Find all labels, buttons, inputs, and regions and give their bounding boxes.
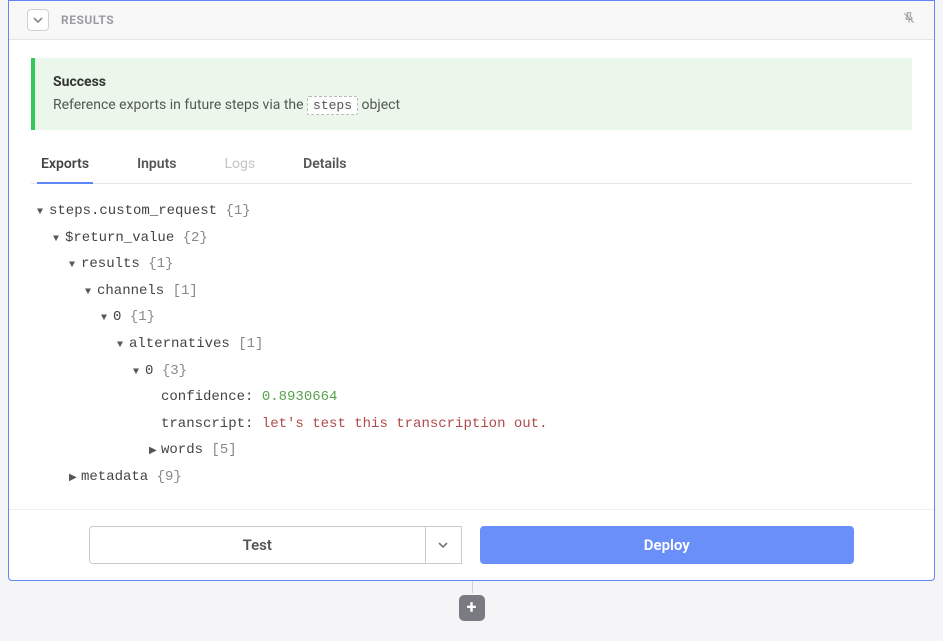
test-button[interactable]: Test	[89, 526, 426, 564]
tab-inputs[interactable]: Inputs	[133, 148, 180, 184]
tree-suffix: {9}	[157, 469, 182, 485]
tree-value: let's test this transcription out.	[262, 416, 548, 432]
caret-down-icon: ▼	[133, 363, 145, 382]
tree-key: confidence	[161, 389, 253, 405]
caret-down-icon: ▼	[85, 283, 97, 302]
tree-label: results	[81, 256, 140, 272]
exports-tree: ▼steps.custom_request {1}▼$return_value …	[31, 184, 912, 509]
tree-label: steps.custom_request	[49, 203, 217, 219]
success-alert: Success Reference exports in future step…	[31, 58, 912, 130]
collapse-toggle[interactable]	[27, 9, 49, 31]
tree-suffix: [1]	[238, 336, 263, 352]
caret-down-icon: ▼	[117, 336, 129, 355]
tree-node[interactable]: ▶metadata {9}	[37, 464, 912, 491]
tree-suffix: {1}	[225, 203, 250, 219]
tree-leaf: confidence 0.8930664	[37, 384, 912, 411]
caret-down-icon: ▼	[69, 256, 81, 275]
tree-suffix: [5]	[211, 442, 236, 458]
tree-node[interactable]: ▼$return_value {2}	[37, 225, 912, 252]
panel-header: RESULTS	[9, 1, 934, 40]
tree-node[interactable]: ▼results {1}	[37, 251, 912, 278]
tree-suffix: {3}	[162, 363, 187, 379]
tree-node[interactable]: ▼channels [1]	[37, 278, 912, 305]
pin-icon[interactable]	[902, 11, 916, 29]
caret-right-icon: ▶	[69, 469, 81, 488]
tree-node[interactable]: ▶words [5]	[37, 437, 912, 464]
tree-key: transcript	[161, 416, 253, 432]
tree-node[interactable]: ▼0 {3}	[37, 358, 912, 385]
alert-title: Success	[53, 72, 894, 93]
tree-label: $return_value	[65, 230, 174, 246]
panel-title: RESULTS	[61, 13, 114, 27]
tree-label: alternatives	[129, 336, 230, 352]
chevron-down-icon	[32, 14, 44, 26]
tree-suffix: {2}	[183, 230, 208, 246]
test-dropdown-button[interactable]	[426, 526, 462, 564]
results-panel: RESULTS Success Reference exports in fut…	[8, 0, 935, 581]
result-tabs: Exports Inputs Logs Details	[31, 148, 912, 184]
tree-leaf: transcript let's test this transcription…	[37, 411, 912, 438]
alert-description: Reference exports in future steps via th…	[53, 95, 894, 116]
code-chip-steps: steps	[307, 96, 358, 115]
caret-right-icon: ▶	[149, 442, 161, 461]
tab-details[interactable]: Details	[299, 148, 350, 184]
tree-label: metadata	[81, 469, 148, 485]
chevron-down-icon	[437, 539, 449, 551]
tree-node[interactable]: ▼alternatives [1]	[37, 331, 912, 358]
tree-suffix: [1]	[173, 283, 198, 299]
tree-node[interactable]: ▼0 {1}	[37, 304, 912, 331]
tab-logs[interactable]: Logs	[221, 148, 260, 184]
deploy-button[interactable]: Deploy	[480, 526, 855, 564]
caret-down-icon: ▼	[53, 230, 65, 249]
tree-label: channels	[97, 283, 164, 299]
caret-down-icon: ▼	[37, 203, 49, 222]
tree-value: 0.8930664	[262, 389, 338, 405]
action-bar: Test Deploy	[9, 509, 934, 580]
tree-node[interactable]: ▼steps.custom_request {1}	[37, 198, 912, 225]
tree-label: words	[161, 442, 203, 458]
caret-down-icon: ▼	[101, 309, 113, 328]
test-button-group: Test	[89, 526, 462, 564]
tree-label: 0	[113, 309, 121, 325]
tree-suffix: {1}	[148, 256, 173, 272]
tree-suffix: {1}	[130, 309, 155, 325]
tab-exports[interactable]: Exports	[37, 148, 93, 184]
tree-label: 0	[145, 363, 153, 379]
